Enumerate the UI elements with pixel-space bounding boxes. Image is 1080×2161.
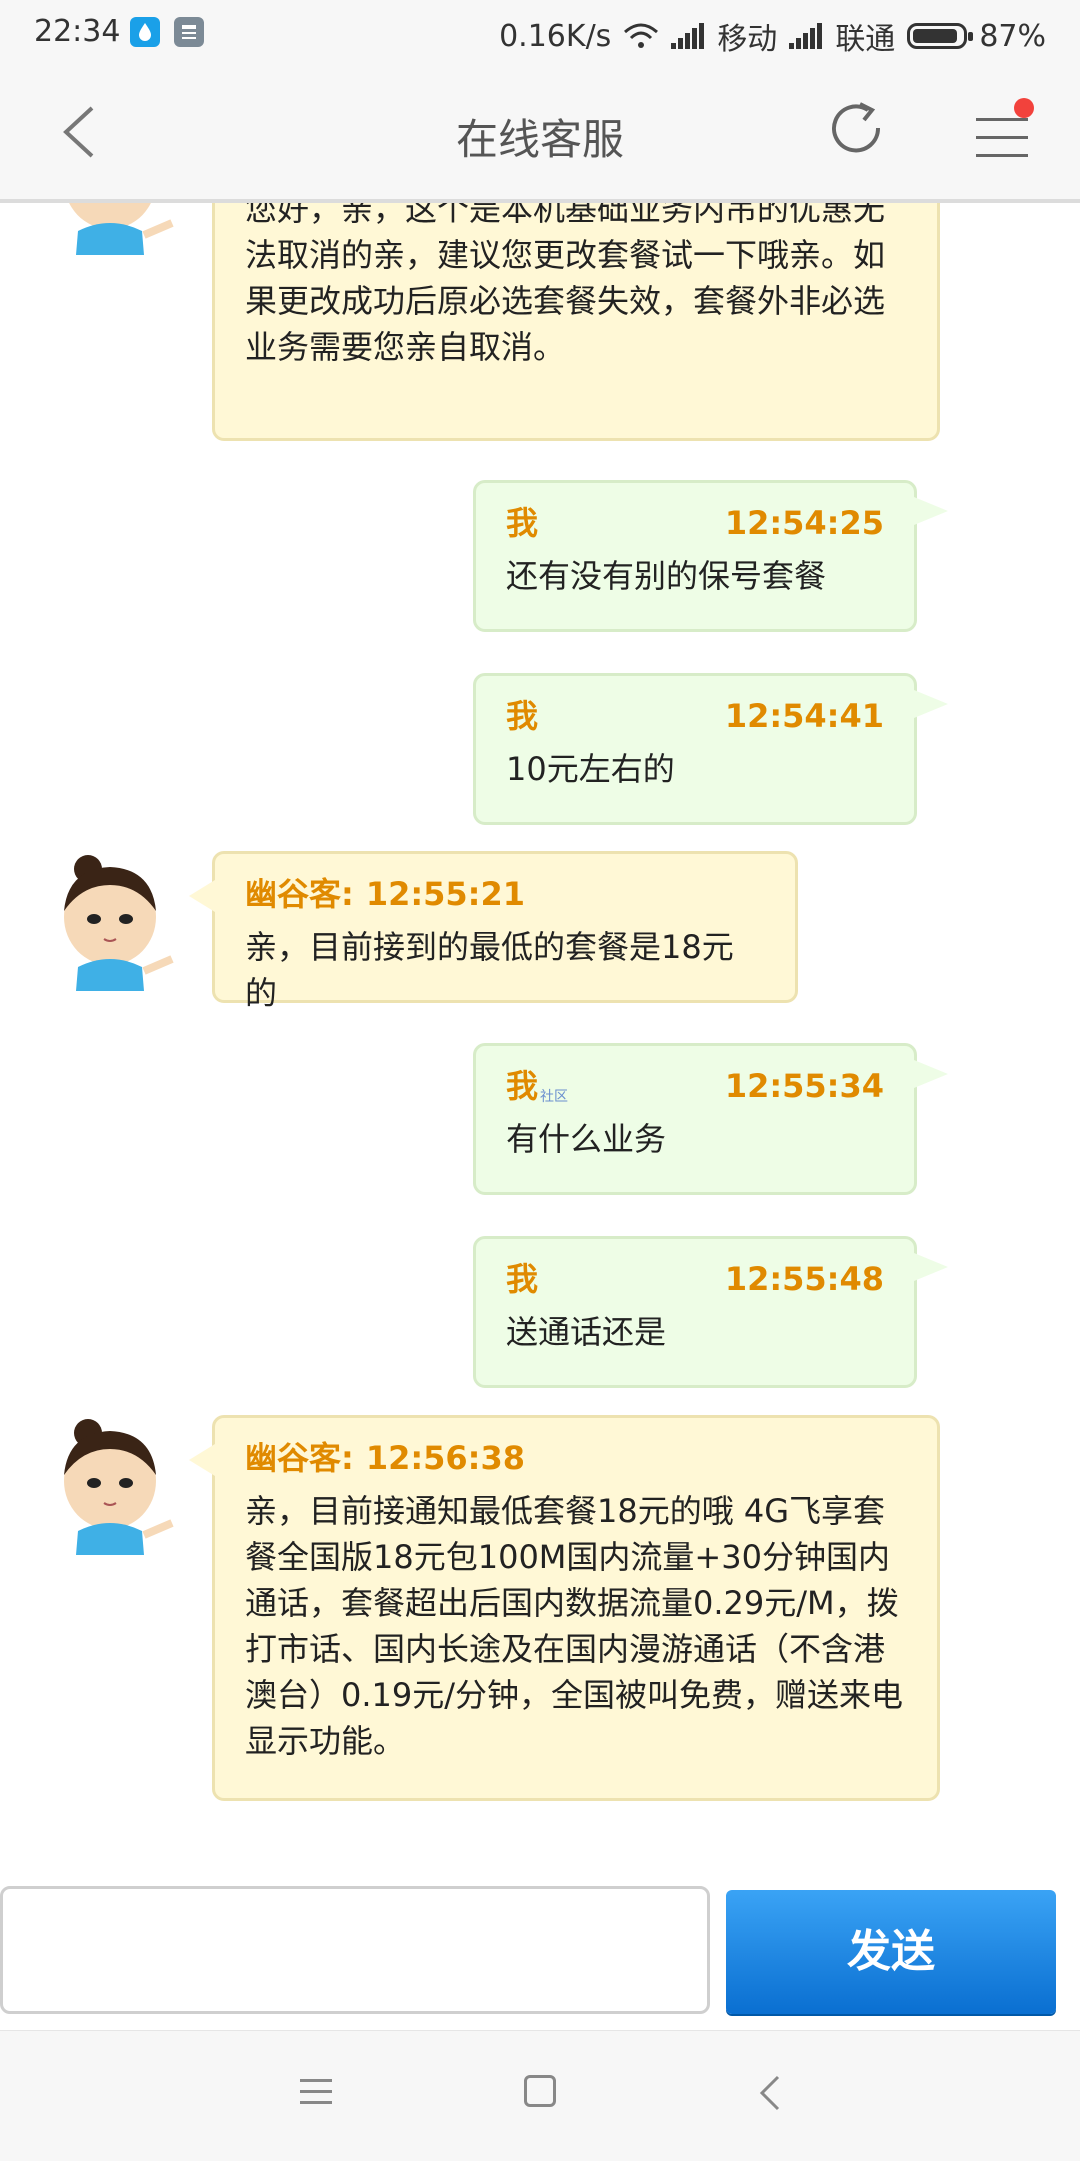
message-text: 还有没有别的保号套餐 (506, 557, 827, 595)
my-message: 我 12:55:48 送通话还是 (473, 1236, 948, 1388)
message-time: 12:55:21 (365, 875, 525, 913)
message-line: 业务需要您亲自取消。 (245, 328, 566, 366)
message-time: 12:55:48 (724, 1260, 884, 1298)
message-header: 幽谷客: 12:56:38 (245, 1438, 907, 1478)
battery-icon (907, 23, 974, 49)
message-text: 送通话还是 (506, 1313, 667, 1351)
signal-icon (671, 23, 705, 49)
message-line: 法取消的亲，建议您更改套餐试一下哦亲。如 (245, 236, 886, 274)
bubble-tail (914, 1253, 948, 1281)
sender-name: 幽谷客: (245, 1439, 354, 1477)
nav-menu-icon[interactable] (300, 2077, 336, 2107)
system-nav-bar (0, 2030, 1080, 2161)
message-text: 有什么业务 (506, 1120, 667, 1158)
watermark: 社区 (540, 1089, 568, 1105)
clock: 22:34 (34, 14, 121, 49)
input-bar: 发送 (0, 1880, 1080, 2030)
message-header: 幽谷客: 12:55:21 (245, 874, 765, 914)
chat-area[interactable]: 您好，亲，这个是本机基础业务内吊的优惠无 法取消的亲，建议您更改套餐试一下哦亲。… (0, 203, 1080, 1883)
menu-button[interactable] (972, 98, 1034, 162)
sender-name: 幽谷客: (245, 875, 354, 913)
battery-percent: 87% (979, 18, 1046, 54)
message-header: 我 12:54:41 (506, 696, 884, 736)
message-header: 我 12:55:48 (506, 1259, 884, 1299)
message-header: 我 12:54:25 (506, 503, 884, 543)
agent-avatar (48, 855, 184, 991)
send-button[interactable]: 发送 (726, 1890, 1056, 2014)
bubble-tail (189, 1444, 215, 1476)
my-message: 我 12:54:25 还有没有别的保号套餐 (473, 480, 948, 632)
drop-app-icon (130, 17, 160, 47)
message-text: 您好，亲，这个是本机基础业务内吊的优惠无 法取消的亲，建议您更改套餐试一下哦亲。… (245, 203, 907, 370)
nav-back-icon[interactable] (752, 2073, 792, 2113)
message-time: 12:55:34 (724, 1067, 884, 1105)
title-bar: 在线客服 (0, 68, 1080, 203)
wifi-icon (624, 23, 659, 48)
sender-name: 我 (506, 504, 539, 542)
agent-avatar (48, 1419, 184, 1555)
nav-home-icon[interactable] (524, 2075, 556, 2107)
status-bar: 22:34 0.16K/s 移动 联通 87% (0, 0, 1080, 68)
net-speed: 0.16K/s (499, 18, 612, 54)
message-time: 12:54:25 (724, 504, 884, 542)
notification-dot (1014, 98, 1034, 118)
bubble-tail (914, 497, 948, 525)
message-line: 果更改成功后原必选套餐失效，套餐外非必选 (245, 282, 886, 320)
message-line: 您好，亲，这个是本机基础业务内吊的优惠无 (245, 203, 886, 228)
refresh-icon (832, 102, 881, 153)
message-text: 10元左右的 (506, 750, 675, 788)
page-title: 在线客服 (455, 115, 624, 164)
carrier-2: 联通 (835, 22, 896, 57)
message-input[interactable] (0, 1886, 710, 2014)
message-text: 亲，目前接通知最低套餐18元的哦 4G飞享套餐全国版18元包100M国内流量+3… (245, 1492, 904, 1760)
agent-message: 幽谷客: 12:55:21 亲，目前接到的最低的套餐是18元的 (189, 851, 798, 1012)
status-right: 0.16K/s 移动 联通 87% (499, 14, 1046, 58)
message-time: 12:54:41 (724, 697, 884, 735)
agent-message: 幽谷客: 12:56:38 亲，目前接通知最低套餐18元的哦 4G飞享套餐全国版… (189, 1415, 940, 1801)
sender-name: 我 (506, 1067, 539, 1105)
sender-name: 我 (506, 697, 539, 735)
my-message: 我 12:55:34 有什么业务 社区 (473, 1043, 948, 1195)
my-message: 我 12:54:41 10元左右的 (473, 673, 948, 825)
refresh-button[interactable] (826, 98, 890, 162)
signal-icon (789, 23, 823, 49)
agent-message: 您好，亲，这个是本机基础业务内吊的优惠无 法取消的亲，建议您更改套餐试一下哦亲。… (212, 203, 940, 441)
bubble-tail (914, 690, 948, 718)
sender-name: 我 (506, 1260, 539, 1298)
message-time: 12:56:38 (365, 1439, 525, 1477)
bubble-tail (914, 1060, 948, 1088)
agent-avatar (48, 203, 184, 255)
calculator-app-icon (174, 17, 204, 47)
message-text: 亲，目前接到的最低的套餐是18元的 (245, 928, 734, 1012)
bubble-tail (189, 880, 215, 912)
carrier-1: 移动 (717, 22, 778, 57)
